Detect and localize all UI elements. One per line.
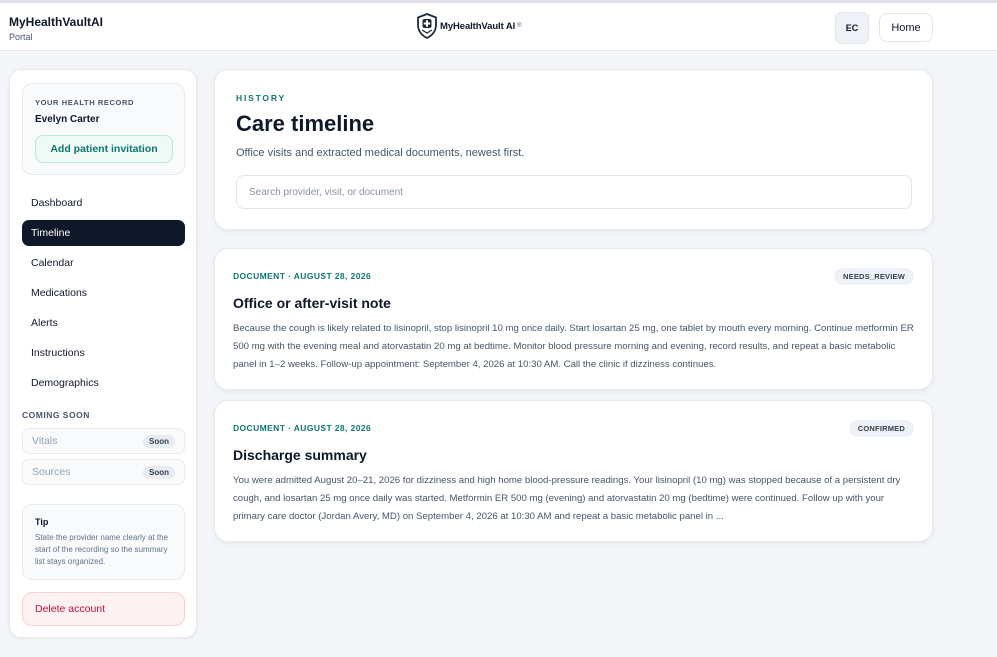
- soon-badge: Soon: [143, 434, 175, 448]
- sidebar-item-alerts[interactable]: Alerts: [22, 310, 185, 336]
- status-badge: NEEDS_REVIEW: [834, 268, 914, 285]
- sidebar-item-timeline[interactable]: Timeline: [22, 220, 185, 246]
- timeline-entry[interactable]: DOCUMENT · AUGUST 28, 2026 NEEDS_REVIEW …: [214, 248, 933, 390]
- user-avatar[interactable]: EC: [835, 12, 869, 44]
- history-header-card: HISTORY Care timeline Office visits and …: [214, 69, 933, 230]
- brand-name: MyHealthVaultAI: [9, 15, 104, 29]
- entry-title: Discharge summary: [233, 447, 367, 463]
- sidebar-item-vitals-disabled: Vitals Soon: [22, 428, 185, 454]
- timeline-entry[interactable]: DOCUMENT · AUGUST 28, 2026 CONFIRMED Dis…: [214, 400, 933, 542]
- brand-subtitle: Portal: [9, 32, 33, 42]
- sidebar-item-label: Vitals: [32, 435, 58, 447]
- sidebar-item-dashboard[interactable]: Dashboard: [22, 190, 185, 216]
- sidebar-item-instructions[interactable]: Instructions: [22, 340, 185, 366]
- entry-meta: DOCUMENT · AUGUST 28, 2026: [233, 423, 372, 433]
- coming-soon-heading: COMING SOON: [22, 410, 90, 420]
- add-patient-invitation-button[interactable]: Add patient invitation: [35, 135, 173, 163]
- app-header: MyHealthVaultAI Portal MyHealthVault AI ®…: [0, 3, 997, 51]
- entry-title: Office or after-visit note: [233, 295, 391, 311]
- logo-text: MyHealthVault AI: [440, 20, 516, 32]
- home-button[interactable]: Home: [879, 13, 933, 42]
- page-description: Office visits and extracted medical docu…: [236, 147, 525, 159]
- logo-registered-mark: ®: [517, 23, 522, 29]
- status-badge: CONFIRMED: [848, 420, 914, 437]
- brand[interactable]: MyHealthVaultAI Portal: [9, 15, 103, 42]
- sidebar-item-medications[interactable]: Medications: [22, 280, 185, 306]
- entry-meta: DOCUMENT · AUGUST 28, 2026: [233, 271, 372, 281]
- page-title: Care timeline: [236, 111, 375, 136]
- tip-text: State the provider name clearly at the s…: [35, 533, 168, 566]
- sidebar-nav: Dashboard Timeline Calendar Medications …: [22, 190, 185, 400]
- soon-badge: Soon: [143, 465, 175, 479]
- entry-summary: You were admitted August 20–21, 2026 for…: [233, 475, 901, 522]
- sidebar-item-calendar[interactable]: Calendar: [22, 250, 185, 276]
- sidebar-item-label: Sources: [32, 466, 71, 478]
- delete-account-button[interactable]: Delete account: [22, 592, 185, 626]
- shield-medical-cross-icon: [417, 13, 437, 39]
- tip-title: Tip: [35, 517, 49, 527]
- tip-card: Tip State the provider name clearly at t…: [22, 504, 185, 580]
- record-kicker: YOUR HEALTH RECORD: [35, 98, 134, 107]
- sidebar-item-demographics[interactable]: Demographics: [22, 370, 185, 396]
- sidebar: YOUR HEALTH RECORD Evelyn Carter Add pat…: [9, 69, 197, 638]
- patient-name: Evelyn Carter: [35, 114, 100, 125]
- entry-summary: Because the cough is likely related to l…: [233, 323, 914, 370]
- search-input[interactable]: [236, 175, 912, 209]
- section-kicker: HISTORY: [236, 93, 286, 103]
- sidebar-item-sources-disabled: Sources Soon: [22, 459, 185, 485]
- health-record-card: YOUR HEALTH RECORD Evelyn Carter Add pat…: [22, 83, 185, 175]
- center-logo: MyHealthVault AI ®: [416, 13, 522, 39]
